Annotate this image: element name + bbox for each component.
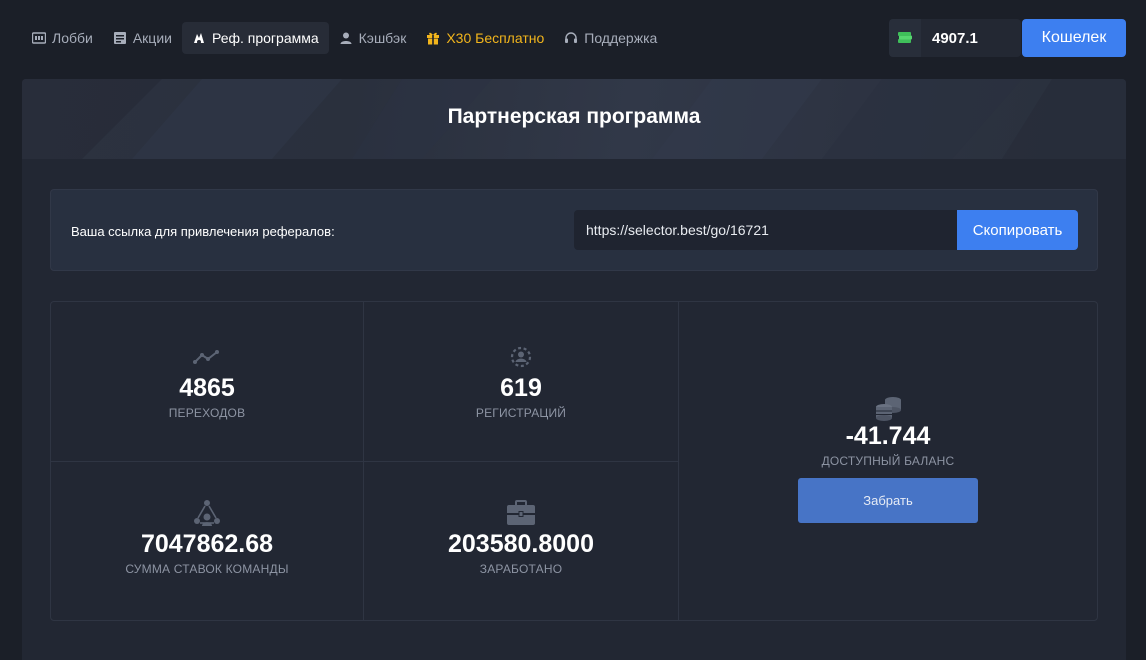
stat-earned: 203580.8000 ЗАРАБОТАНО xyxy=(364,462,679,620)
nav-item-referral[interactable]: Реф. программа xyxy=(181,22,329,54)
balance-display[interactable]: 4907.1 xyxy=(889,19,1021,57)
stat-clicks: 4865 ПЕРЕХОДОВ xyxy=(51,302,364,462)
stat-earned-value: 203580.8000 xyxy=(448,530,594,558)
banner: Партнерская программа xyxy=(22,79,1126,159)
withdraw-button[interactable]: Забрать xyxy=(798,478,978,523)
nav-label-cashback: Кэшбэк xyxy=(358,30,407,46)
nav-item-support[interactable]: Поддержка xyxy=(554,22,667,54)
nav-item-promotions[interactable]: Акции xyxy=(103,22,182,54)
stat-team-bets-value: 7047862.68 xyxy=(140,530,274,558)
briefcase-icon xyxy=(505,498,537,528)
referral-icon xyxy=(192,31,206,45)
lobby-icon xyxy=(32,31,46,45)
cash-stack-icon xyxy=(889,19,921,57)
referral-link-input[interactable] xyxy=(574,210,958,250)
coins-icon xyxy=(873,392,903,422)
referral-panel: Партнерская программа Ваша ссылка для пр… xyxy=(22,79,1126,660)
headset-icon xyxy=(564,31,578,45)
stat-registrations-value: 619 xyxy=(500,374,542,402)
stat-balance-caption: ДОСТУПНЫЙ БАЛАНС xyxy=(821,454,955,468)
stat-team-bets-caption: СУММА СТАВОК КОМАНДЫ xyxy=(125,562,289,576)
stat-balance-value: -41.744 xyxy=(845,422,931,450)
nav-label-promotions: Акции xyxy=(132,30,172,46)
stat-clicks-caption: ПЕРЕХОДОВ xyxy=(168,406,246,420)
wallet-button[interactable]: Кошелек xyxy=(1022,19,1126,57)
nav-item-lobby[interactable]: Лобби xyxy=(22,22,103,54)
gift-icon xyxy=(426,31,440,45)
page-title: Партнерская программа xyxy=(447,105,701,128)
nav-label-lobby: Лобби xyxy=(52,30,93,46)
nav-label-x30-free: X30 Бесплатно xyxy=(446,30,545,46)
team-icon xyxy=(191,498,223,528)
stat-earned-caption: ЗАРАБОТАНО xyxy=(479,562,563,576)
main-nav: Лобби Акции Реф. программа Кэшбэк X30 Бе… xyxy=(22,22,667,54)
nav-label-referral: Реф. программа xyxy=(211,30,319,46)
stat-available-balance: -41.744 ДОСТУПНЫЙ БАЛАНС Забрать xyxy=(679,302,1097,620)
stat-registrations: 619 РЕГИСТРАЦИЙ xyxy=(364,302,679,462)
balance-value: 4907.1 xyxy=(932,29,978,47)
stat-clicks-value: 4865 xyxy=(179,374,235,402)
stats-grid: 4865 ПЕРЕХОДОВ 619 РЕГИСТРАЦИЙ 7047862.6… xyxy=(50,301,1098,621)
top-bar: Лобби Акции Реф. программа Кэшбэк X30 Бе… xyxy=(0,0,1146,76)
stat-registrations-caption: РЕГИСТРАЦИЙ xyxy=(475,406,567,420)
user-icon xyxy=(339,31,353,45)
nav-item-x30-free[interactable]: X30 Бесплатно xyxy=(416,22,554,54)
copy-button[interactable]: Скопировать xyxy=(957,210,1078,250)
nav-item-cashback[interactable]: Кэшбэк xyxy=(329,22,417,54)
user-gear-icon xyxy=(506,342,536,372)
trend-icon xyxy=(193,342,221,372)
referral-link-box: Ваша ссылка для привлечения рефералов: С… xyxy=(50,189,1098,271)
nav-label-support: Поддержка xyxy=(584,30,658,46)
promotions-icon xyxy=(113,31,127,45)
stat-team-bets: 7047862.68 СУММА СТАВОК КОМАНДЫ xyxy=(51,462,364,620)
referral-link-label: Ваша ссылка для привлечения рефералов: xyxy=(71,224,335,239)
